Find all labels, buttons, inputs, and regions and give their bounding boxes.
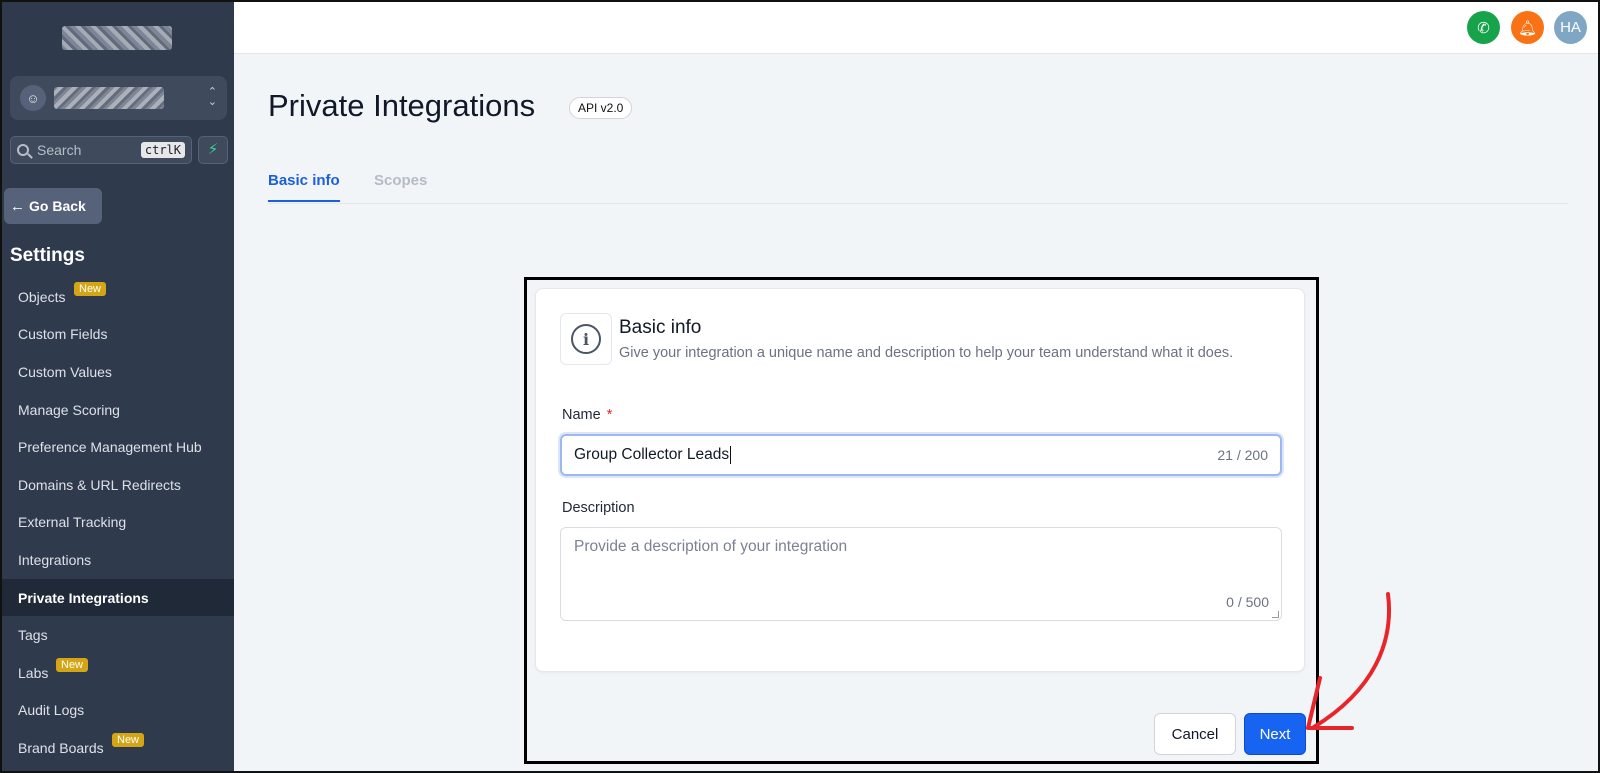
screenshot-frame: ☺ ⌃ ⌄ Search ctrlK ⚡ ← Go Back Settings O…: [0, 0, 1600, 773]
go-back-button[interactable]: ← Go Back: [4, 188, 102, 224]
sidebar-item-custom-values[interactable]: Custom Values: [2, 353, 234, 391]
new-badge: New: [74, 282, 107, 296]
description-placeholder: Provide a description of your integratio…: [574, 538, 848, 555]
sidebar-item-custom-fields[interactable]: Custom Fields: [2, 316, 234, 354]
new-badge: New: [56, 657, 89, 672]
sidebar-item-integrations[interactable]: Integrations: [2, 541, 234, 579]
basic-info-card: i Basic info Give your integration a uni…: [535, 288, 1305, 672]
sidebar-item-label: Preference Management Hub: [18, 439, 202, 456]
notifications-button[interactable]: 🔔︎: [1511, 11, 1544, 44]
api-version-badge: API v2.0: [569, 97, 633, 119]
sidebar-item-label: Manage Scoring: [18, 401, 120, 418]
sidebar-item-tags[interactable]: Tags: [2, 616, 234, 654]
account-icon: ☺: [20, 85, 46, 111]
search-input[interactable]: Search ctrlK: [10, 136, 192, 164]
sidebar-item-label: Domains & URL Redirects: [18, 476, 181, 493]
info-icon: i: [571, 324, 601, 354]
description-char-count: 0 / 500: [1226, 594, 1269, 610]
card-subtitle: Give your integration a unique name and …: [619, 345, 1234, 361]
name-label: Name *: [562, 407, 612, 423]
sidebar-item-label: Brand Boards: [18, 739, 104, 756]
sidebar-item-domains[interactable]: Domains & URL Redirects: [2, 466, 234, 504]
go-back-label: Go Back: [29, 198, 86, 214]
sidebar-item-preference-management-hub[interactable]: Preference Management Hub: [2, 428, 234, 466]
text-cursor: [730, 446, 732, 464]
avatar-initials: HA: [1560, 19, 1581, 36]
bell-icon: 🔔︎: [1517, 19, 1538, 37]
chevron-up-down-icon: ⌃ ⌄: [207, 86, 217, 108]
page-title: Private Integrations: [268, 88, 536, 123]
search-shortcut: ctrlK: [140, 142, 185, 158]
settings-heading: Settings: [10, 245, 85, 266]
tab-scopes[interactable]: Scopes: [374, 172, 427, 189]
lightning-icon: ⚡: [207, 141, 219, 158]
company-logo: [62, 26, 172, 50]
sidebar-item-label: Objects: [18, 288, 66, 305]
sidebar-item-labs[interactable]: Labs New: [2, 654, 234, 692]
user-avatar[interactable]: HA: [1554, 11, 1587, 44]
card-title: Basic info: [619, 317, 702, 338]
sidebar-item-label: Audit Logs: [18, 702, 85, 719]
arrow-left-icon: ←: [10, 197, 25, 215]
sidebar-item-external-tracking[interactable]: External Tracking: [2, 504, 234, 542]
sidebar-item-label: Tags: [18, 627, 48, 644]
new-badge: New: [112, 733, 145, 748]
info-icon-container: i: [560, 313, 612, 365]
next-button[interactable]: Next: [1244, 713, 1306, 755]
sidebar-item-manage-scoring[interactable]: Manage Scoring: [2, 391, 234, 429]
quick-action-button[interactable]: ⚡: [198, 136, 228, 164]
description-textarea[interactable]: Provide a description of your integratio…: [560, 527, 1282, 621]
phone-icon: ✆: [1477, 19, 1490, 37]
sidebar-item-label: Custom Fields: [18, 326, 108, 343]
name-input[interactable]: Group Collector Leads 21 / 200: [560, 434, 1282, 476]
sidebar-item-audit-logs[interactable]: Audit Logs: [2, 692, 234, 730]
account-name-redacted: [54, 87, 164, 109]
resize-handle-icon[interactable]: [1272, 611, 1279, 618]
top-bar: ✆ 🔔︎ HA: [234, 2, 1598, 54]
sidebar-item-label: Labs: [18, 664, 49, 681]
account-switcher[interactable]: ☺ ⌃ ⌄: [10, 76, 227, 120]
search-icon: [17, 144, 29, 156]
sidebar-item-label: Integrations: [18, 551, 92, 568]
cancel-button[interactable]: Cancel: [1154, 713, 1236, 755]
sidebar: ☺ ⌃ ⌄ Search ctrlK ⚡ ← Go Back Settings O…: [2, 2, 234, 771]
phone-button[interactable]: ✆: [1467, 11, 1500, 44]
required-asterisk: *: [606, 407, 613, 423]
name-char-count: 21 / 200: [1217, 447, 1268, 463]
sidebar-item-label: External Tracking: [18, 514, 127, 531]
search-placeholder: Search: [37, 142, 82, 158]
sidebar-item-label: Private Integrations: [18, 589, 149, 606]
settings-nav: Objects New Custom Fields Custom Values …: [2, 278, 234, 767]
tab-bar: Basic info Scopes: [268, 164, 1568, 204]
name-input-value: Group Collector Leads: [574, 446, 730, 463]
sidebar-item-private-integrations[interactable]: Private Integrations: [2, 578, 234, 617]
sidebar-item-brand-boards[interactable]: Brand Boards New: [2, 729, 234, 767]
description-label: Description: [562, 500, 635, 516]
sidebar-item-objects[interactable]: Objects New: [2, 278, 234, 316]
sidebar-item-label: Custom Values: [18, 363, 112, 380]
tab-basic-info[interactable]: Basic info: [268, 172, 340, 202]
name-label-text: Name: [562, 407, 601, 423]
